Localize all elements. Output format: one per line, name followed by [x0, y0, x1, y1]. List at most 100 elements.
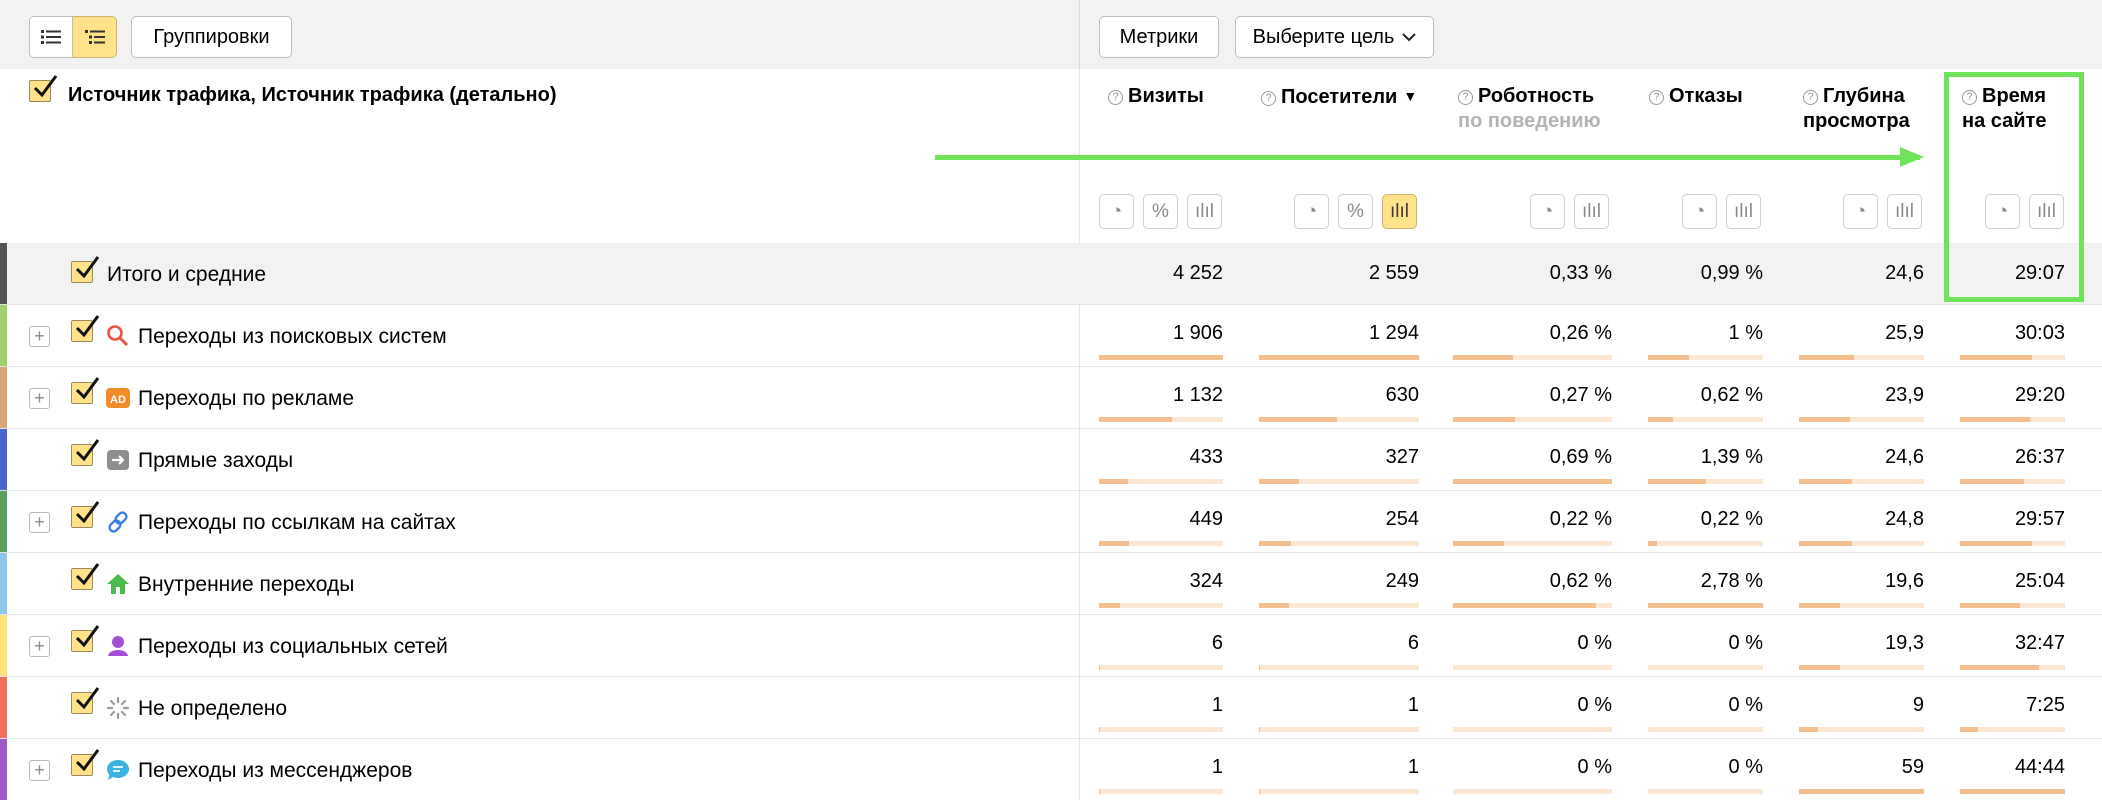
pie-chart-icon: ◔ [1541, 200, 1554, 222]
select-all-checkbox[interactable] [29, 75, 58, 102]
cell-time-on-site: 7:25 [2026, 694, 2065, 716]
table-row[interactable]: + AD Переходы по рекламе 1 132 630 0,27 % 0,62… [0, 367, 2102, 429]
checkmark-icon [75, 563, 100, 586]
help-icon[interactable]: ? [1261, 91, 1276, 106]
cell-robotness: 0 % [1577, 756, 1612, 778]
bar-track [1960, 727, 2065, 732]
row-label[interactable]: Переходы по рекламе [138, 387, 354, 411]
cell-visits: 1 906 [1172, 322, 1223, 344]
loading-spinner-icon [106, 696, 130, 720]
column-header-robotness[interactable]: ? Роботность по поведению [1458, 84, 1601, 134]
metrics-label: Метрики [1119, 25, 1199, 48]
table-row[interactable]: + Переходы из социальных сетей 6 6 0 % 0 % 19,… [0, 615, 2102, 677]
bar-track [1099, 355, 1223, 360]
expand-row-button[interactable]: + [29, 760, 50, 781]
list-view-button[interactable] [29, 16, 73, 58]
column-header-visitors[interactable]: ? Посетители ▼ [1261, 84, 1417, 110]
expand-row-button[interactable]: + [29, 326, 50, 347]
row-checkbox[interactable] [71, 439, 100, 466]
help-icon[interactable]: ? [1803, 90, 1818, 105]
bar-fill [1799, 727, 1818, 732]
pie-chart-button[interactable]: ◔ [1530, 194, 1565, 229]
table-row[interactable]: + Переходы из поисковых систем 1 906 1 294 0… [0, 305, 2102, 367]
pie-chart-button[interactable]: ◔ [1843, 194, 1878, 229]
pie-chart-button[interactable]: ◔ [1682, 194, 1717, 229]
cell-bounces: 0,22 % [1700, 508, 1763, 530]
column-title: Отказы [1669, 85, 1743, 107]
row-checkbox[interactable] [71, 563, 100, 590]
sort-desc-icon[interactable]: ▼ [1403, 88, 1417, 104]
plus-icon: + [34, 388, 45, 408]
row-color-stripe [0, 739, 7, 800]
bar-track [1799, 479, 1924, 484]
row-label[interactable]: Переходы из мессенджеров [138, 759, 412, 783]
row-label[interactable]: Не определено [138, 697, 287, 721]
row-label[interactable]: Внутренние переходы [138, 573, 354, 597]
row-checkbox[interactable] [71, 315, 100, 342]
cell-depth: 25,9 [1885, 322, 1924, 344]
cell-robotness: 0,62 % [1549, 570, 1612, 592]
help-icon[interactable]: ? [1458, 90, 1473, 105]
bar-fill [1960, 727, 1978, 732]
cell-visitors: 254 [1385, 508, 1419, 530]
column-header-depth[interactable]: ? Глубина просмотра [1803, 84, 1910, 134]
row-label[interactable]: Переходы из поисковых систем [138, 325, 447, 349]
total-row: Итого и средние 4 252 2 559 0,33 % 0,99 … [0, 243, 2102, 305]
bar-chart-button[interactable]: ılıl [1574, 194, 1609, 229]
row-checkbox[interactable] [71, 687, 100, 714]
column-title: Глубина [1823, 85, 1905, 107]
row-checkbox[interactable] [71, 256, 100, 283]
expand-row-button[interactable]: + [29, 388, 50, 409]
column-header-visits[interactable]: ? Визиты [1108, 84, 1204, 109]
table-row[interactable]: Не определено 1 1 0 % 0 % 9 7:25 [0, 677, 2102, 739]
metrics-button[interactable]: Метрики [1099, 16, 1219, 58]
column-subtitle: просмотра [1803, 110, 1910, 132]
help-icon[interactable]: ? [1649, 90, 1664, 105]
cell-bounces: 1,39 % [1700, 446, 1763, 468]
bar-fill [1453, 541, 1504, 546]
column-header-bounces[interactable]: ? Отказы [1649, 84, 1743, 109]
bar-chart-button[interactable]: ılıl [1187, 194, 1222, 229]
pie-chart-button[interactable]: ◔ [1294, 194, 1329, 229]
tree-view-button[interactable] [73, 16, 117, 58]
pie-chart-button[interactable]: ◔ [1099, 194, 1134, 229]
cell-depth: 9 [1912, 694, 1924, 716]
row-label[interactable]: Переходы из социальных сетей [138, 635, 448, 659]
row-label[interactable]: Прямые заходы [138, 449, 293, 473]
help-icon[interactable]: ? [1108, 90, 1123, 105]
bar-fill [1960, 665, 2039, 670]
groupings-button[interactable]: Группировки [131, 16, 292, 58]
bar-chart-button[interactable]: ılıl [1726, 194, 1761, 229]
cell-time-on-site: 25:04 [2014, 570, 2065, 592]
bar-track [1453, 727, 1612, 732]
bar-fill [1648, 479, 1706, 484]
bar-track [1648, 355, 1763, 360]
expand-row-button[interactable]: + [29, 636, 50, 657]
cell-time-on-site: 32:47 [2014, 632, 2065, 654]
row-label[interactable]: Переходы по ссылкам на сайтах [138, 511, 456, 535]
table-row[interactable]: + Переходы по ссылкам на сайтах 449 254 0,22… [0, 491, 2102, 553]
cell-robotness: 0 % [1577, 694, 1612, 716]
cell-robotness: 0 % [1577, 632, 1612, 654]
table-row[interactable]: Внутренние переходы 324 249 0,62 % 2,78 % 19,… [0, 553, 2102, 615]
table-row[interactable]: Прямые заходы 433 327 0,69 % 1,39 % 24,6 26:37 [0, 429, 2102, 491]
row-checkbox[interactable] [71, 501, 100, 528]
cell-bounces: 0,62 % [1700, 384, 1763, 406]
checkmark-icon [75, 625, 100, 648]
percent-button[interactable]: % [1338, 194, 1373, 229]
row-checkbox[interactable] [71, 749, 100, 776]
row-checkbox[interactable] [71, 625, 100, 652]
goal-select[interactable]: Выберите цель [1235, 16, 1434, 58]
cell-visits: 1 132 [1172, 384, 1223, 406]
expand-row-button[interactable]: + [29, 512, 50, 533]
percent-button[interactable]: % [1143, 194, 1178, 229]
bar-fill [1648, 355, 1690, 360]
bar-chart-button[interactable]: ılıl [1382, 194, 1417, 229]
cell-time-on-site: 30:03 [2014, 322, 2065, 344]
bar-track [1099, 417, 1223, 422]
bar-fill [1259, 541, 1291, 546]
table-row[interactable]: + Переходы из мессенджеров 1 1 0 % 0 % 59 44:44 [0, 739, 2102, 800]
row-checkbox[interactable] [71, 377, 100, 404]
bar-fill [1648, 541, 1658, 546]
bar-chart-button[interactable]: ılıl [1887, 194, 1922, 229]
